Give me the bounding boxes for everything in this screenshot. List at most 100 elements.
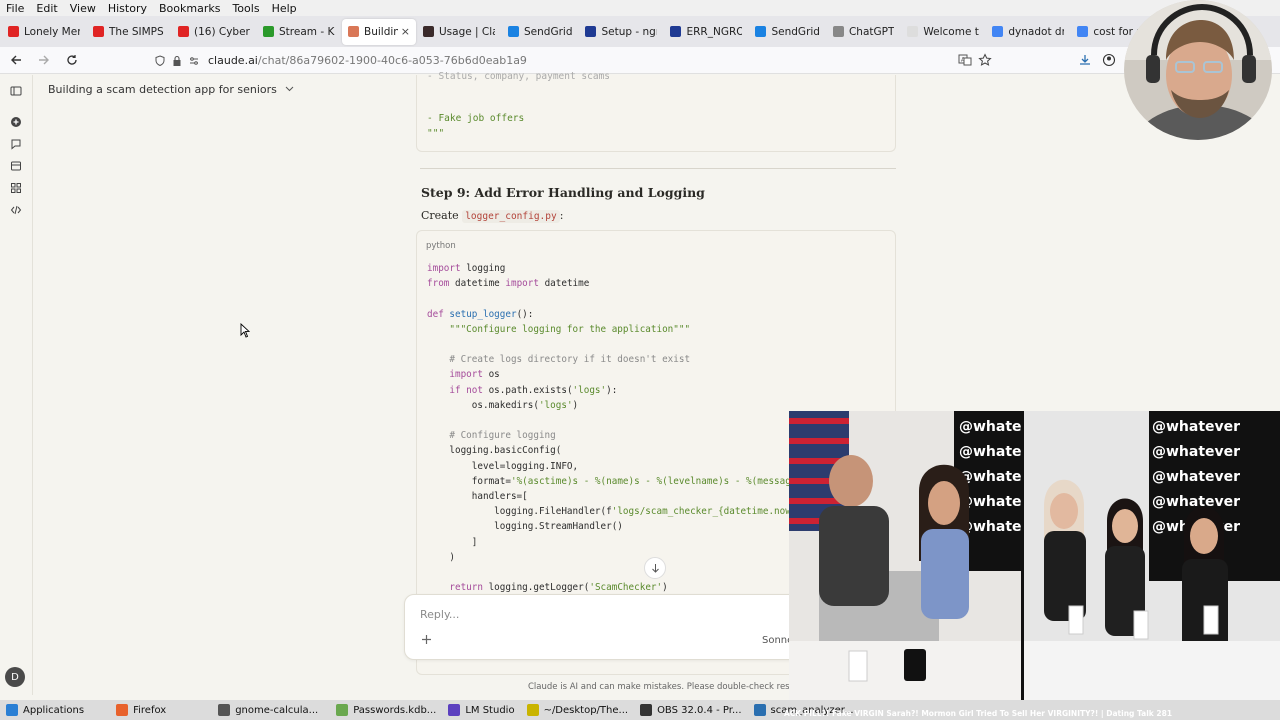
back-button[interactable] (3, 49, 29, 71)
artifacts-icon[interactable] (8, 180, 24, 196)
browser-tab[interactable]: Welcome to se (901, 19, 985, 45)
create-instruction: Create logger_config.py: (421, 209, 564, 223)
navigation-bar: claude.ai/chat/86a79602-1900-40c6-a053-7… (0, 47, 1280, 74)
address-bar[interactable]: claude.ai/chat/86a79602-1900-40c6-a053-7… (154, 50, 1004, 71)
scroll-down-button[interactable] (644, 557, 666, 579)
step-heading: Step 9: Add Error Handling and Logging (421, 185, 705, 200)
app-icon (218, 704, 231, 716)
close-tab-icon[interactable]: × (401, 25, 410, 38)
app-icon (753, 704, 766, 716)
browser-tab[interactable]: ChatGPT (827, 19, 900, 45)
menu-file[interactable]: File (0, 2, 30, 15)
app-icon (336, 704, 349, 716)
taskbar-item-label: Passwords.kdb... (353, 704, 437, 716)
tab-label: SendGrid (771, 25, 820, 38)
browser-tab[interactable]: Stream - Kic (257, 19, 341, 45)
reload-icon (67, 55, 77, 65)
url-domain: claude.ai (208, 54, 258, 67)
taskbar-item[interactable]: Passwords.kdb... (330, 701, 442, 719)
new-chat-icon[interactable] (8, 114, 24, 130)
app-icon (640, 704, 653, 716)
projects-icon[interactable] (8, 158, 24, 174)
reload-button[interactable] (59, 49, 85, 71)
permissions-icon (190, 56, 198, 65)
inline-code-filename: logger_config.py (462, 210, 560, 223)
menu-edit[interactable]: Edit (30, 2, 63, 15)
tab-label: dynadot dn (1008, 25, 1065, 38)
download-icon[interactable] (1078, 52, 1092, 71)
app-icon (6, 704, 18, 716)
video-title: ACK PILL?! Fake VIRGIN Sarah?! Mormon Gi… (784, 709, 1173, 718)
taskbar-item[interactable]: LM Studio (442, 701, 520, 719)
taskbar-item-label: ~/Desktop/The... (543, 704, 629, 716)
svg-text:@whatever: @whatever (1152, 494, 1240, 510)
previous-code-block: - Status, company, payment scams - Fake … (416, 71, 896, 152)
create-text: Create (421, 209, 459, 222)
taskbar-item[interactable]: Applications (0, 701, 90, 719)
mouse-cursor-icon (240, 322, 251, 342)
browser-tab[interactable]: dynadot dn (986, 19, 1070, 45)
taskbar-item[interactable]: ~/Desktop/The... (521, 701, 635, 719)
create-suffix: : (559, 209, 564, 222)
browser-tab[interactable]: Usage | Cla (417, 19, 501, 45)
app-icon (526, 704, 539, 716)
chat-title: Building a scam detection app for senior… (48, 83, 277, 96)
tab-label: Stream - Kic (279, 25, 335, 38)
user-avatar[interactable]: D (5, 667, 25, 687)
svg-text:@whatever: @whatever (1152, 444, 1240, 460)
chats-icon[interactable] (8, 136, 24, 152)
claude-sidebar: D (0, 75, 33, 695)
menu-help[interactable]: Help (266, 2, 303, 15)
browser-tab[interactable]: SendGrid (749, 19, 825, 45)
taskbar-item[interactable]: gnome-calcula... (212, 701, 324, 719)
tab-favicon-icon (907, 26, 919, 37)
code-icon[interactable] (8, 202, 24, 218)
browser-tab[interactable]: (16) CyberD (172, 19, 256, 45)
browser-tab[interactable]: Setup - ngr (579, 19, 663, 45)
forward-arrow-icon (39, 55, 49, 65)
tab-favicon-icon (423, 26, 434, 37)
toggle-sidebar-icon[interactable] (8, 83, 24, 99)
svg-text:@whatever: @whatever (1152, 469, 1240, 485)
menu-bookmarks[interactable]: Bookmarks (153, 2, 226, 15)
menu-tools[interactable]: Tools (226, 2, 265, 15)
code-content: import logging from datetime import date… (427, 263, 819, 594)
tab-label: Setup - ngr (601, 25, 658, 38)
browser-tab-active[interactable]: Building a× (342, 18, 416, 45)
account-icon[interactable] (1102, 52, 1116, 71)
tab-favicon-icon (755, 26, 767, 37)
url-path: /chat/86a79602-1900-40c6-a053-76b6d0eab1… (257, 54, 527, 67)
menu-history[interactable]: History (102, 2, 153, 15)
tab-label: ChatGPT (848, 25, 895, 38)
tab-favicon-icon (585, 26, 597, 37)
add-attachment-button[interactable] (421, 631, 432, 649)
previous-code-partial-line: - Status, company, payment scams (427, 71, 611, 82)
menu-view[interactable]: View (64, 2, 102, 15)
tab-favicon-icon (178, 26, 189, 37)
forward-button[interactable] (31, 49, 57, 71)
translate-icon[interactable]: A (958, 52, 972, 71)
back-arrow-icon (11, 55, 21, 65)
bookmark-star-icon[interactable] (978, 52, 992, 71)
previous-code-line: - Fake job offers (427, 113, 525, 124)
tab-favicon-icon (992, 26, 1004, 37)
taskbar-item[interactable]: OBS 32.0.4 - Pr... (634, 701, 747, 719)
video-overlay: @whatever @whatever @whatever @whatever … (789, 411, 1280, 705)
browser-tab[interactable]: SendGrid (502, 19, 578, 45)
tab-favicon-icon (670, 26, 682, 37)
app-icon (116, 704, 129, 716)
tab-favicon-icon (263, 26, 274, 37)
taskbar-item[interactable]: Firefox (110, 701, 172, 719)
chat-title-button[interactable]: Building a scam detection app for senior… (48, 83, 294, 96)
tab-favicon-icon (1077, 26, 1089, 37)
shield-icon (155, 54, 165, 66)
tab-favicon-icon (348, 26, 359, 37)
browser-tab[interactable]: Lonely Men (2, 19, 86, 45)
browser-tab[interactable]: ERR_NGRO (664, 19, 748, 45)
lock-icon (173, 55, 181, 66)
arrow-down-icon (651, 564, 659, 573)
menu-bar: File Edit View History Bookmarks Tools H… (0, 0, 1280, 16)
browser-tab[interactable]: The SIMPS I (87, 19, 171, 45)
webcam-overlay (1124, 0, 1272, 140)
tab-label: Lonely Men (24, 25, 80, 38)
